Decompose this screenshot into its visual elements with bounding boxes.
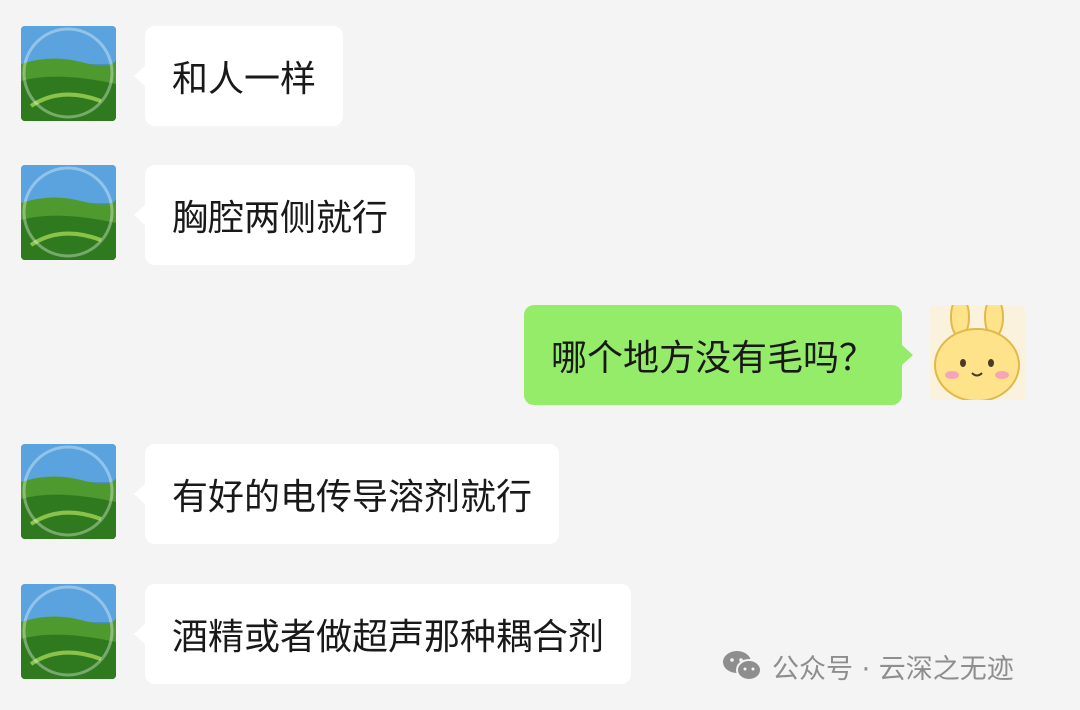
contact-avatar[interactable]	[21, 165, 116, 260]
incoming-message[interactable]: 酒精或者做超声那种耦合剂	[145, 584, 632, 684]
bubble-tail	[134, 624, 145, 644]
incoming-message[interactable]: 有好的电传导溶剂就行	[145, 444, 560, 544]
watermark: 公众号 · 云深之无迹	[722, 644, 1014, 688]
landscape-photo-icon	[21, 165, 116, 260]
contact-avatar[interactable]	[21, 584, 116, 679]
bubble-tail	[134, 205, 145, 225]
contact-avatar[interactable]	[21, 26, 116, 121]
wechat-icon	[723, 651, 762, 681]
outgoing-message[interactable]: 哪个地方没有毛吗？	[523, 305, 902, 405]
self-avatar[interactable]	[930, 305, 1025, 400]
landscape-photo-icon	[21, 444, 116, 539]
watermark-text: 公众号 · 云深之无迹	[772, 653, 1014, 685]
bubble-tail	[134, 484, 145, 504]
contact-avatar[interactable]	[21, 444, 116, 539]
landscape-photo-icon	[21, 584, 116, 679]
bubble-tail	[902, 345, 913, 365]
incoming-message[interactable]: 和人一样	[145, 26, 344, 126]
landscape-photo-icon	[21, 26, 116, 121]
cartoon-bunny-icon	[930, 305, 1025, 400]
incoming-message[interactable]: 胸腔两侧就行	[145, 165, 416, 265]
bubble-tail	[134, 66, 145, 86]
